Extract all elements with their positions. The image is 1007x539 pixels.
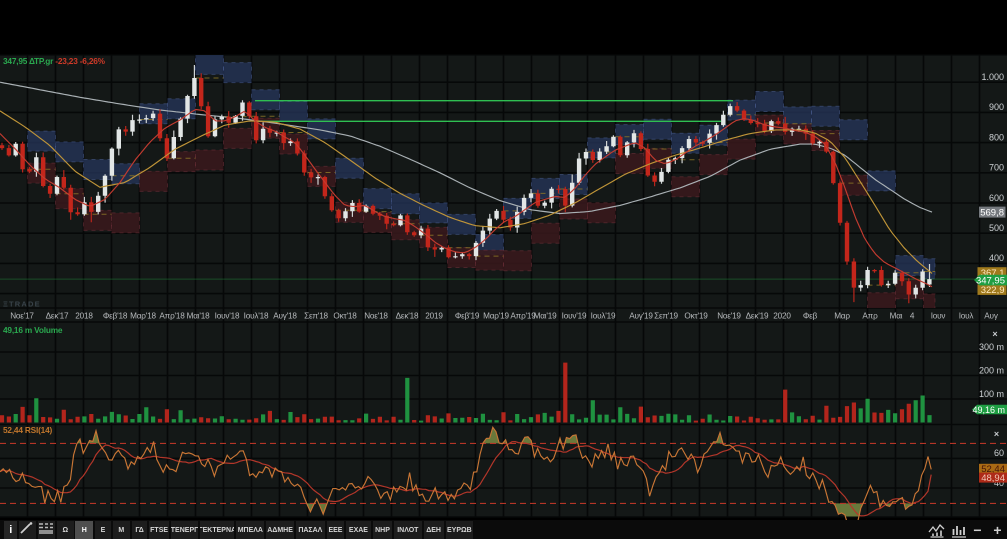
svg-text:322,9: 322,9	[981, 285, 1005, 296]
svg-text:400: 400	[989, 253, 1004, 263]
svg-text:Μαι: Μαι	[890, 312, 903, 321]
svg-text:Ιουν'19: Ιουν'19	[562, 312, 587, 321]
svg-text:900: 900	[989, 102, 1004, 112]
svg-text:Νοε'19: Νοε'19	[717, 312, 741, 321]
svg-text:Δεκ'17: Δεκ'17	[46, 312, 69, 321]
svg-text:Αυγ'18: Αυγ'18	[273, 312, 297, 321]
svg-text:Δεκ'19: Δεκ'19	[746, 312, 769, 321]
svg-text:Δεκ'18: Δεκ'18	[396, 312, 419, 321]
svg-text:347,95: 347,95	[976, 276, 1005, 287]
svg-text:200 m: 200 m	[979, 365, 1004, 375]
svg-text:Μαρ'18: Μαρ'18	[130, 312, 156, 321]
svg-text:52,44 RSI(14): 52,44 RSI(14)	[3, 425, 52, 435]
svg-text:Μαι'18: Μαι'18	[187, 312, 210, 321]
svg-text:Ιουλ'18: Ιουλ'18	[244, 312, 269, 321]
svg-text:Οκτ'19: Οκτ'19	[684, 312, 708, 321]
svg-text:500: 500	[989, 223, 1004, 233]
svg-text:100 m: 100 m	[979, 389, 1004, 399]
svg-text:4: 4	[910, 312, 915, 321]
svg-text:Απρ: Απρ	[862, 312, 878, 321]
svg-text:Οκτ'18: Οκτ'18	[333, 312, 357, 321]
svg-text:ΞTRADE: ΞTRADE	[3, 300, 41, 309]
svg-text:600: 600	[989, 193, 1004, 203]
svg-text:Σεπ'18: Σεπ'18	[304, 312, 328, 321]
svg-text:2020: 2020	[773, 312, 791, 321]
svg-text:Απρ'18: Απρ'18	[159, 312, 185, 321]
svg-text:Ιουλ'19: Ιουλ'19	[591, 312, 616, 321]
svg-text:2019: 2019	[425, 312, 443, 321]
svg-text:×: ×	[992, 329, 997, 339]
svg-text:Ιουλ: Ιουλ	[959, 312, 975, 321]
svg-text:Μαρ'19: Μαρ'19	[483, 312, 509, 321]
svg-text:700: 700	[989, 163, 1004, 173]
svg-text:1.000: 1.000	[981, 72, 1004, 82]
svg-text:Μαρ: Μαρ	[834, 312, 850, 321]
svg-text:Απρ'19: Απρ'19	[510, 312, 536, 321]
svg-text:48,94: 48,94	[981, 473, 1005, 484]
svg-text:Αυγ: Αυγ	[984, 312, 999, 321]
svg-text:800: 800	[989, 132, 1004, 142]
svg-text:Ιουν'18: Ιουν'18	[215, 312, 240, 321]
svg-text:49,16 m Volume: 49,16 m Volume	[3, 325, 63, 335]
svg-text:Ιουν: Ιουν	[931, 312, 946, 321]
svg-text:300 m: 300 m	[979, 342, 1004, 352]
svg-text:Φεβ: Φεβ	[803, 312, 818, 321]
svg-text:569,8: 569,8	[980, 207, 1004, 218]
svg-text:Νοε'18: Νοε'18	[364, 312, 388, 321]
svg-text:Φεβ'19: Φεβ'19	[455, 312, 480, 321]
svg-text:60: 60	[994, 448, 1004, 458]
svg-text:Σεπ'19: Σεπ'19	[654, 312, 678, 321]
svg-text:49,16 m: 49,16 m	[972, 405, 1005, 415]
svg-text:347,95 ΔΤΡ.gr -23,23 -6,26%: 347,95 ΔΤΡ.gr -23,23 -6,26%	[3, 56, 106, 66]
svg-text:Αυγ'19: Αυγ'19	[629, 312, 653, 321]
svg-text:Μαι'19: Μαι'19	[534, 312, 557, 321]
svg-text:Φεβ'18: Φεβ'18	[103, 312, 128, 321]
svg-text:×: ×	[994, 429, 999, 439]
svg-text:Νοε'17: Νοε'17	[10, 312, 34, 321]
svg-text:2018: 2018	[75, 312, 93, 321]
